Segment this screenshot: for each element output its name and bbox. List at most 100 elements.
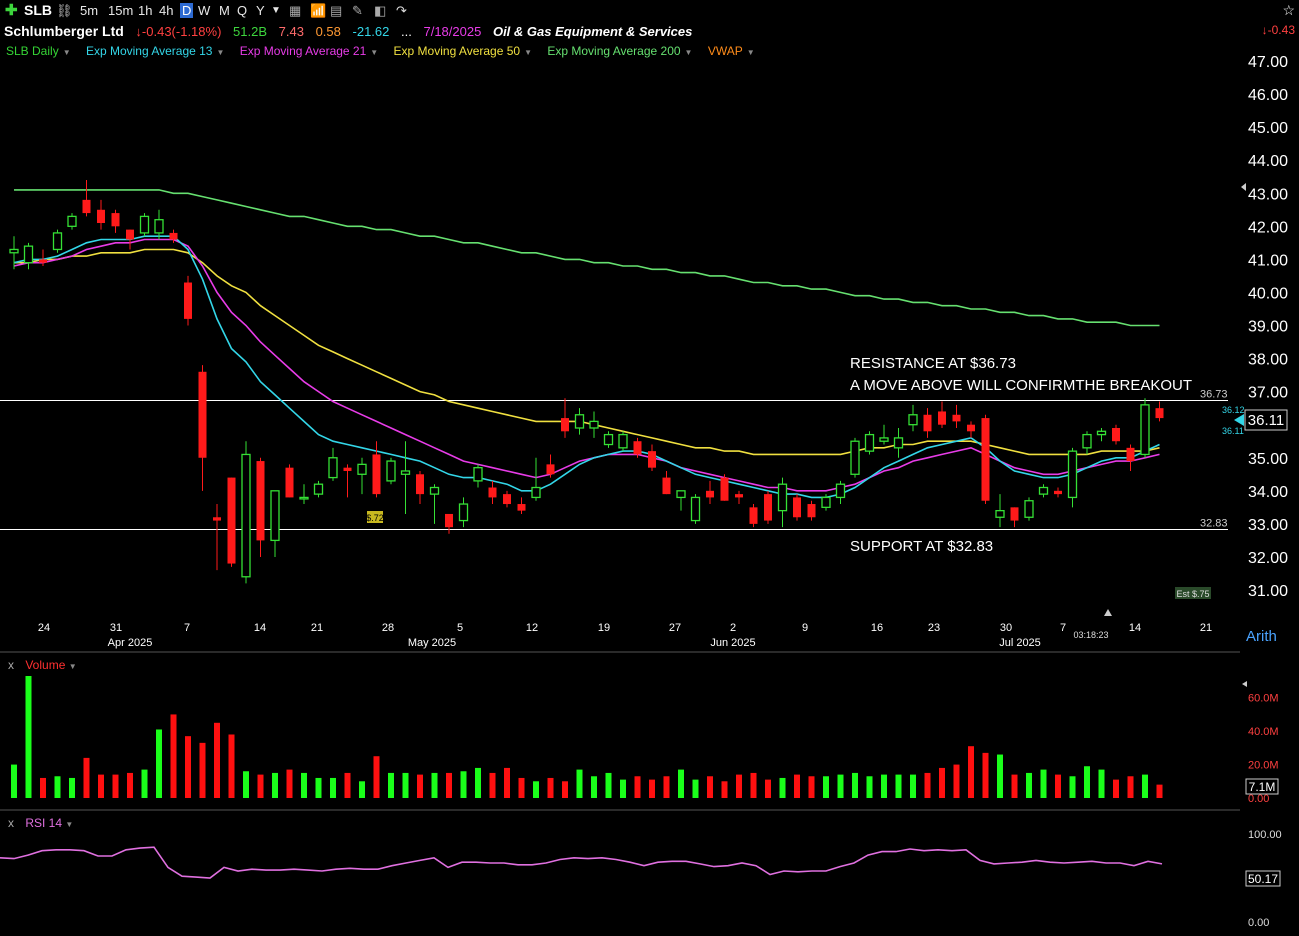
close-icon[interactable]: x: [8, 816, 14, 830]
volume-bar: [489, 772, 496, 798]
candle-body: [313, 483, 324, 495]
price-chart[interactable]: 47.00 46.00 45.00 44.00 43.00 42.00 41.00 40.00…: [0, 0, 1299, 936]
volume-bar: [359, 781, 365, 798]
candle-body: [23, 245, 34, 264]
candle-body: [52, 232, 63, 251]
candle-body: [981, 418, 990, 501]
price-tick-label: 37.00: [1248, 385, 1288, 402]
candle-body: [648, 451, 656, 468]
volume-bar: [257, 774, 264, 798]
resistance-value: 36.73: [1200, 389, 1228, 401]
price-tick-label: 46.00: [1248, 87, 1288, 104]
volume-bar: [40, 777, 46, 798]
chevron-down-icon[interactable]: ▼: [69, 662, 77, 671]
estimate-label: Est $.75: [1176, 589, 1209, 599]
candle-body: [139, 215, 150, 234]
volume-bar: [779, 777, 786, 798]
support-value: 32.83: [1200, 517, 1228, 529]
volume-bar: [25, 676, 32, 798]
day-tick-label: 7: [1060, 622, 1066, 634]
day-tick-label: 21: [1200, 622, 1212, 634]
price-tick-label: 40.00: [1248, 285, 1288, 302]
candle-body: [429, 486, 440, 495]
candle-body: [169, 232, 178, 240]
volume-bar: [591, 776, 597, 798]
triangle-up-icon: [1104, 609, 1112, 616]
candle-body: [676, 490, 686, 499]
candle-body: [633, 441, 642, 455]
volume-tick-label: 20.0M: [1248, 760, 1279, 772]
volume-bar: [185, 736, 191, 798]
candle-body: [198, 371, 207, 458]
volume-bar: [112, 774, 119, 798]
volume-bar: [997, 754, 1003, 798]
candle-body: [97, 209, 105, 224]
candle-body: [299, 496, 309, 500]
candle-body: [473, 467, 483, 482]
price-tick-label: 32.00: [1248, 550, 1288, 567]
candle-body: [343, 467, 352, 471]
candle-body: [603, 433, 614, 446]
volume-bar: [953, 764, 960, 798]
volume-bar: [1098, 769, 1105, 798]
volume-bar: [141, 769, 148, 798]
volume-bar: [620, 779, 626, 798]
candle-body: [1112, 427, 1120, 442]
volume-bar: [373, 756, 380, 798]
candle-body: [126, 229, 134, 240]
volume-bar: [286, 769, 293, 798]
candle-body: [923, 414, 932, 432]
candle-body: [850, 440, 860, 475]
time-axis: 24 31 7 14 21 28 5 12 19 27 2 9 16 23 30 7 14 21 Apr 2025 M…: [38, 622, 1212, 649]
candle-body: [1054, 490, 1062, 495]
chevron-down-icon[interactable]: ▼: [65, 820, 73, 829]
volume-bar: [330, 777, 336, 798]
candle-body: [256, 461, 265, 541]
volume-tick-label: 0.00: [1248, 793, 1269, 805]
price-tick-label: 43.00: [1248, 186, 1288, 203]
day-tick-label: 14: [254, 622, 266, 634]
price-tick-label: 41.00: [1248, 252, 1288, 269]
volume-bar: [1069, 776, 1076, 798]
day-tick-label: 14: [1129, 622, 1141, 634]
volume-bar: [982, 752, 989, 798]
candle-body: [445, 513, 453, 528]
candle-body: [270, 490, 280, 542]
volume-bar: [852, 772, 858, 798]
volume-bar: [344, 772, 351, 798]
volume-bar: [315, 777, 322, 798]
price-tick-label: 44.00: [1248, 153, 1288, 170]
price-tick-label: 47.00: [1248, 54, 1288, 71]
volume-bar: [562, 781, 568, 798]
candle-body: [357, 463, 367, 475]
day-tick-label: 16: [871, 622, 883, 634]
day-tick-label: 28: [382, 622, 394, 634]
volume-bar: [243, 771, 249, 798]
volume-bar: [1113, 779, 1119, 798]
volume-bar: [634, 776, 641, 798]
candle-body: [111, 213, 120, 227]
candle-body: [503, 494, 511, 505]
rsi-tick-label: 100.00: [1248, 829, 1282, 841]
volume-bar: [1142, 774, 1148, 798]
volume-bar: [504, 767, 510, 798]
candle-body: [807, 504, 816, 518]
close-icon[interactable]: x: [8, 658, 14, 672]
candle-body: [618, 433, 628, 449]
month-tick-label: May 2025: [408, 637, 456, 649]
candle-body: [662, 477, 671, 495]
resistance-annotation-2: A MOVE ABOVE WILL CONFIRMTHE BREAKOUT: [850, 377, 1192, 394]
day-tick-label: 27: [669, 622, 681, 634]
day-tick-label: 19: [598, 622, 610, 634]
volume-bar: [1084, 766, 1090, 798]
day-tick-label: 31: [110, 622, 122, 634]
rsi-pane-label: x RSI 14 ▼: [8, 816, 73, 830]
volume-bar: [475, 767, 481, 798]
volume-bar: [649, 779, 655, 798]
candle-body: [821, 496, 831, 508]
candle-body: [938, 411, 946, 425]
volume-bar: [98, 774, 104, 798]
volume-bar: [547, 777, 554, 798]
candle-body: [561, 418, 569, 432]
volume-bars: [11, 676, 1163, 798]
